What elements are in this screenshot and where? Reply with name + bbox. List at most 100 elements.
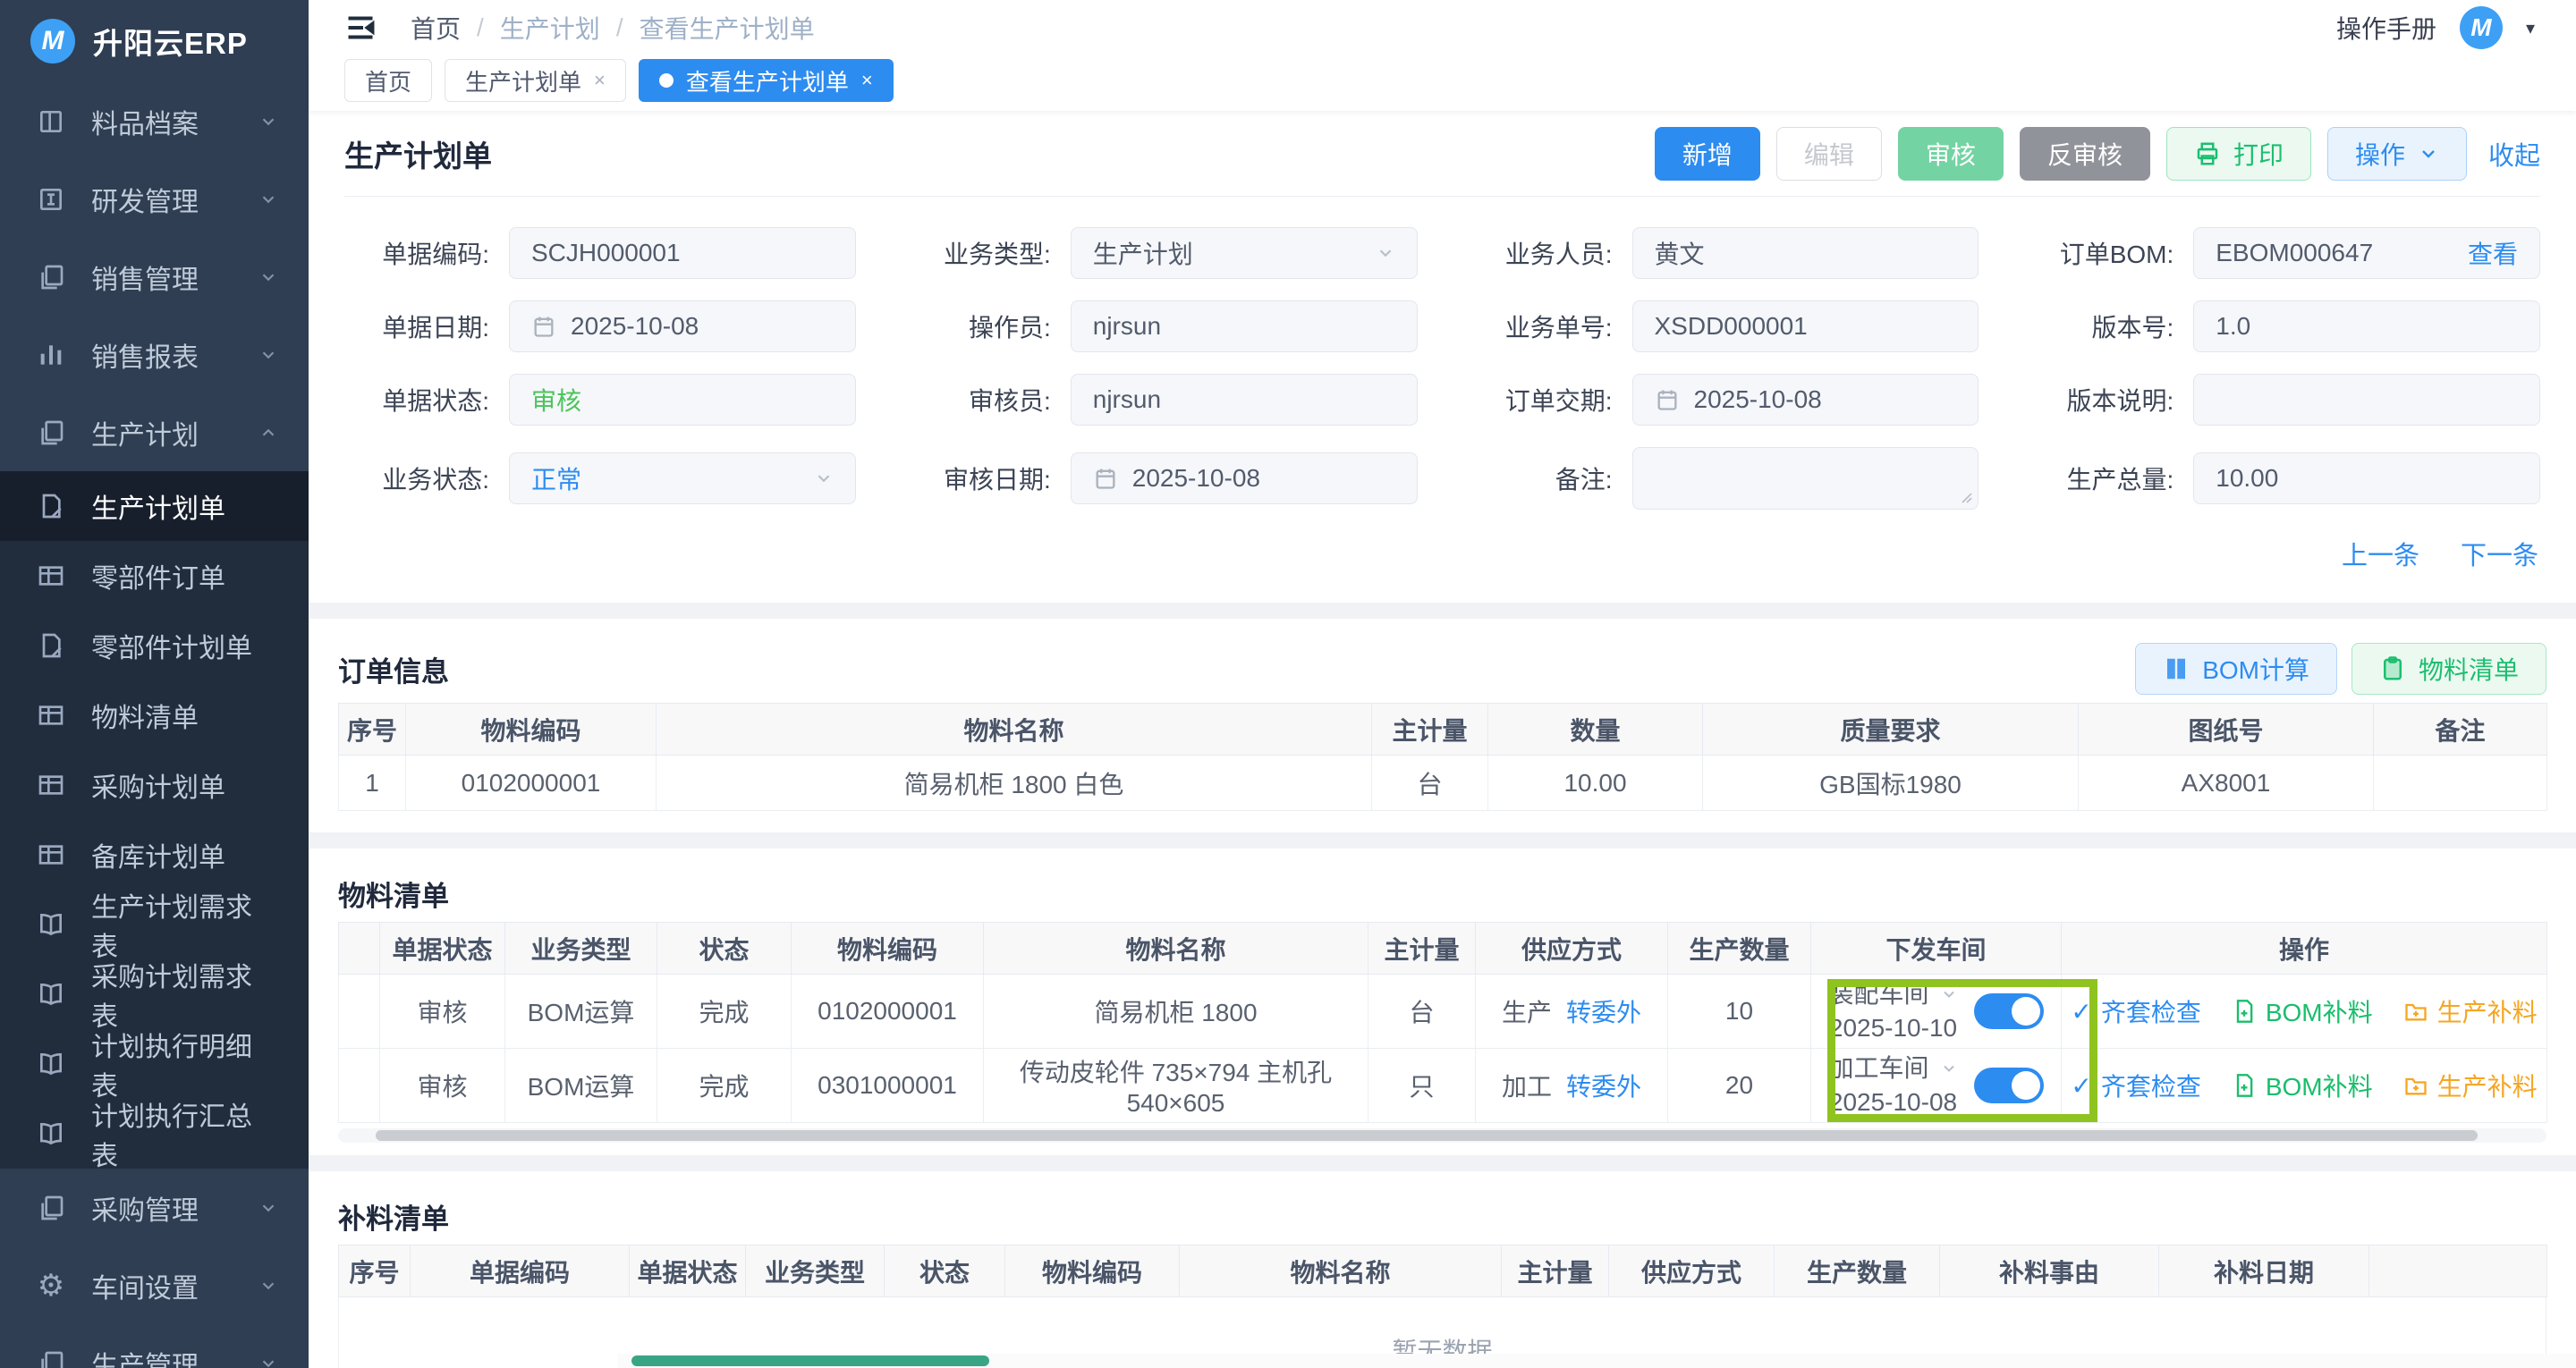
close-icon[interactable]: × bbox=[861, 69, 873, 92]
doc-date-input[interactable]: 2025-10-08 bbox=[509, 300, 856, 352]
scrollbar-thumb[interactable] bbox=[631, 1355, 989, 1366]
dispatch-toggle[interactable] bbox=[1974, 993, 2044, 1029]
sidebar-item-label: 研发管理 bbox=[91, 180, 199, 219]
dispatch-toggle[interactable] bbox=[1974, 1068, 2044, 1103]
edit-button[interactable]: 编辑 bbox=[1776, 127, 1882, 181]
biz-status-select[interactable]: 正常 bbox=[509, 452, 856, 504]
prev-record-link[interactable]: 上一条 bbox=[2342, 535, 2419, 572]
workshop-select[interactable]: 加工车间 bbox=[1828, 1051, 1928, 1085]
sidebar-item-xiaoshou-baobiao[interactable]: 销售报表 bbox=[0, 316, 309, 393]
resize-handle-icon[interactable] bbox=[1958, 489, 1972, 503]
next-record-link[interactable]: 下一条 bbox=[2461, 535, 2538, 572]
material-row[interactable]: 审核 BOM运算 完成 0301000001 传动皮轮件 735×794 主机孔… bbox=[339, 1049, 2547, 1123]
chevron-down-icon[interactable]: ▾ bbox=[2526, 17, 2535, 39]
scrollbar-thumb[interactable] bbox=[376, 1130, 2478, 1141]
collapse-panel-link[interactable]: 收起 bbox=[2488, 135, 2540, 173]
sidebar-item-shengchan-jihuadan[interactable]: 生产计划单 bbox=[0, 471, 309, 541]
to-outsource-link[interactable]: 转委外 bbox=[1566, 993, 1641, 1029]
manual-link[interactable]: 操作手册 bbox=[2336, 10, 2436, 46]
sidebar-item-caigou-guanli[interactable]: 采购管理 bbox=[0, 1169, 309, 1246]
material-row[interactable]: 审核 BOM运算 完成 0102000001 简易机柜 1800 台 生产 转委… bbox=[339, 975, 2547, 1049]
sidebar-item-caigou-xuqiubiao[interactable]: 采购计划需求表 bbox=[0, 959, 309, 1029]
breadcrumb-plan[interactable]: 生产计划 bbox=[500, 10, 600, 46]
to-outsource-link[interactable]: 转委外 bbox=[1566, 1068, 1641, 1103]
chevron-down-icon bbox=[2418, 143, 2439, 165]
action-dropdown-button[interactable]: 操作 bbox=[2327, 127, 2467, 181]
bom-calc-button[interactable]: BOM计算 bbox=[2135, 643, 2337, 695]
sidebar-item-shengchan-jihua[interactable]: 生产计划 bbox=[0, 393, 309, 471]
replenish-table-header-row: 序号 单据编码 单据状态 业务类型 状态 物料编码 物料名称 主计量 供应方式 … bbox=[339, 1246, 2547, 1297]
sidebar-item-chejian-shezhi[interactable]: ⚙ 车间设置 bbox=[0, 1246, 309, 1324]
total-input[interactable]: 10.00 bbox=[2193, 452, 2540, 504]
tab-plan-list[interactable]: 生产计划单 × bbox=[445, 59, 626, 102]
field-doc-date: 单据日期: 2025-10-08 bbox=[344, 300, 856, 352]
check-icon: ✓ bbox=[2071, 1071, 2091, 1101]
close-icon[interactable]: × bbox=[594, 69, 606, 92]
collapse-menu-icon[interactable] bbox=[344, 12, 377, 44]
rnd-icon bbox=[34, 185, 68, 214]
prod-replenish-link[interactable]: 生产补料 bbox=[2403, 993, 2538, 1029]
workshop-select[interactable]: 装配车间 bbox=[1828, 977, 1928, 1011]
field-auditor: 审核员: njrsun bbox=[906, 374, 1418, 426]
sidebar-item-liaopin[interactable]: 料品档案 bbox=[0, 82, 309, 160]
avatar[interactable]: M bbox=[2460, 6, 2503, 49]
audit-button[interactable]: 审核 bbox=[1898, 127, 2004, 181]
sidebar-submenu: 生产计划单 零部件订单 零部件计划单 物料清单 bbox=[0, 471, 309, 1169]
page-horizontal-scrollbar[interactable] bbox=[617, 1354, 2576, 1368]
sidebar-item-lingbujian-jihuadan[interactable]: 零部件计划单 bbox=[0, 611, 309, 680]
prod-replenish-link[interactable]: 生产补料 bbox=[2403, 1068, 2538, 1103]
sidebar-item-xiaoshou[interactable]: 销售管理 bbox=[0, 238, 309, 316]
sidebar-item-lingbujian-dingdan[interactable]: 零部件订单 bbox=[0, 541, 309, 611]
book-icon bbox=[34, 1050, 68, 1078]
bom-replenish-link[interactable]: BOM补料 bbox=[2232, 993, 2373, 1029]
tab-home[interactable]: 首页 bbox=[344, 59, 432, 102]
remark-textarea[interactable] bbox=[1632, 447, 1979, 510]
bom-replenish-link[interactable]: BOM补料 bbox=[2232, 1068, 2373, 1103]
topbar-right: 操作手册 M ▾ bbox=[2336, 6, 2535, 49]
print-button[interactable]: 打印 bbox=[2166, 127, 2311, 181]
add-button[interactable]: 新增 bbox=[1655, 127, 1760, 181]
unaudit-button[interactable]: 反审核 bbox=[2020, 127, 2150, 181]
sidebar-item-shengchan-guanli[interactable]: 生产管理 bbox=[0, 1324, 309, 1368]
replenish-list-head: 补料清单 bbox=[338, 1187, 2546, 1245]
operator-input[interactable]: njrsun bbox=[1071, 300, 1418, 352]
clipboard-icon bbox=[2379, 655, 2406, 682]
version-input[interactable]: 1.0 bbox=[2193, 300, 2540, 352]
sidebar-item-label: 采购计划单 bbox=[91, 765, 225, 805]
order-due-input[interactable]: 2025-10-08 bbox=[1632, 374, 1979, 426]
file-plus-icon bbox=[2232, 999, 2257, 1024]
sidebar-item-shengchan-xuqiubiao[interactable]: 生产计划需求表 bbox=[0, 890, 309, 959]
page-title-row: 生产计划单 新增 编辑 审核 反审核 打印 操作 bbox=[344, 111, 2540, 197]
biz-no-input[interactable]: XSDD000001 bbox=[1632, 300, 1979, 352]
breadcrumb-view[interactable]: 查看生产计划单 bbox=[640, 10, 815, 46]
field-label: 操作员: bbox=[906, 308, 1051, 344]
order-table-row[interactable]: 1 0102000001 简易机柜 1800 白色 台 10.00 GB国标19… bbox=[339, 756, 2547, 811]
auditor-input[interactable]: njrsun bbox=[1071, 374, 1418, 426]
version-note-input[interactable] bbox=[2193, 374, 2540, 426]
kit-check-link[interactable]: ✓ 齐套检查 bbox=[2071, 1068, 2200, 1103]
field-order-bom: 订单BOM: EBOM000647 查看 bbox=[2029, 227, 2540, 279]
field-label: 业务人员: bbox=[1468, 235, 1613, 271]
sidebar-item-zhixing-mingxibiao[interactable]: 计划执行明细表 bbox=[0, 1029, 309, 1099]
tab-view-plan[interactable]: 查看生产计划单 × bbox=[639, 59, 894, 102]
replenish-list-section: 补料清单 序号 单据编码 单据状态 业务类型 状态 物料编码 物料名称 bbox=[309, 1171, 2576, 1368]
order-bom-input[interactable]: EBOM000647 查看 bbox=[2193, 227, 2540, 279]
sidebar-item-yanfa[interactable]: 研发管理 bbox=[0, 160, 309, 238]
sidebar-item-caigou-jihuadan[interactable]: 采购计划单 bbox=[0, 750, 309, 820]
chevron-up-icon bbox=[258, 423, 278, 443]
kit-check-link[interactable]: ✓ 齐套检查 bbox=[2071, 993, 2200, 1029]
sidebar-item-wuliao-qingdan[interactable]: 物料清单 bbox=[0, 680, 309, 750]
doc-code-input[interactable]: SCJH000001 bbox=[509, 227, 856, 279]
sidebar-item-beiku-jihuadan[interactable]: 备库计划单 bbox=[0, 820, 309, 890]
doc-status-input[interactable]: 审核 bbox=[509, 374, 856, 426]
view-bom-link[interactable]: 查看 bbox=[2468, 235, 2518, 271]
biz-type-select[interactable]: 生产计划 bbox=[1071, 227, 1418, 279]
audit-date-input[interactable]: 2025-10-08 bbox=[1071, 452, 1418, 504]
material-list-button[interactable]: 物料清单 bbox=[2351, 643, 2546, 695]
sidebar-item-zhixing-huizongbiao[interactable]: 计划执行汇总表 bbox=[0, 1099, 309, 1169]
material-table-scrollbar[interactable] bbox=[338, 1128, 2546, 1143]
biz-person-input[interactable]: 黄文 bbox=[1632, 227, 1979, 279]
erp-app: M 升阳云ERP 料品档案 研发管理 销售管理 bbox=[0, 0, 2576, 1368]
breadcrumb-home[interactable]: 首页 bbox=[411, 10, 461, 46]
folder-plus-icon bbox=[2403, 1073, 2428, 1098]
